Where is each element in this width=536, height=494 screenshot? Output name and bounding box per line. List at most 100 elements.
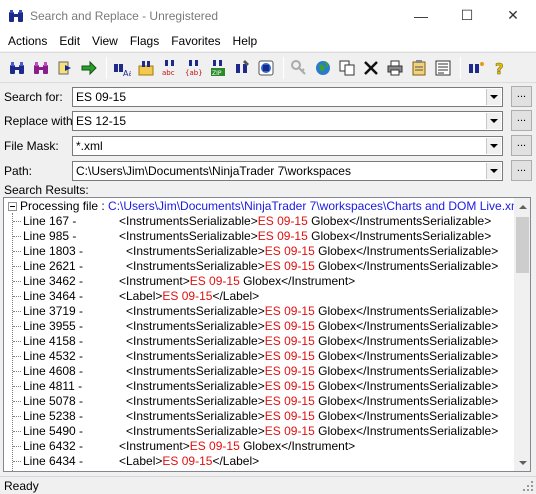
result-line-row[interactable]: Line 4811 - <InstrumentsSerializable>ES 0…: [4, 379, 514, 394]
menu-view[interactable]: View: [86, 31, 124, 51]
list-button[interactable]: [432, 57, 454, 79]
print-button[interactable]: [384, 57, 406, 79]
processing-file-node[interactable]: Processing file : C:\Users\Jim\Documents…: [4, 199, 514, 214]
find-replace-button[interactable]: [30, 57, 52, 79]
result-line-row[interactable]: Line 3464 - <Label>ES 09-15</Label>: [4, 289, 514, 304]
result-line-row[interactable]: Line 4532 - <InstrumentsSerializable>ES 0…: [4, 349, 514, 364]
collapse-icon[interactable]: [8, 202, 17, 211]
chevron-down-icon[interactable]: [486, 89, 501, 105]
scrollbar-thumb[interactable]: [516, 217, 529, 273]
search-web-icon: [258, 60, 274, 75]
find-icon: [10, 61, 24, 74]
search-web-button[interactable]: [255, 57, 277, 79]
match-highlight: ES 09-15: [264, 349, 315, 363]
search-options-button[interactable]: [231, 57, 253, 79]
globe-button[interactable]: [312, 57, 334, 79]
svg-text:{ab}: {ab}: [185, 69, 203, 77]
line-content: <InstrumentsSerializable>ES 09-15 Globex…: [126, 334, 498, 349]
file-mask-combo[interactable]: *.xml: [72, 136, 503, 156]
result-line-row[interactable]: Line 4158 - <InstrumentsSerializable>ES 0…: [4, 334, 514, 349]
menu-flags[interactable]: Flags: [124, 31, 165, 51]
line-prefix: <InstrumentsSerializable>: [126, 394, 265, 408]
find-next-button[interactable]: [54, 57, 76, 79]
search-zip-button[interactable]: ZIP: [207, 57, 229, 79]
key-button[interactable]: [288, 57, 310, 79]
result-line-row[interactable]: Line 3719 - <InstrumentsSerializable>ES 0…: [4, 304, 514, 319]
result-line-row[interactable]: Line 1803 - <InstrumentsSerializable>ES 0…: [4, 244, 514, 259]
clipboard-button[interactable]: [408, 57, 430, 79]
about-button[interactable]: [465, 57, 487, 79]
line-prefix: <InstrumentsSerializable>: [126, 379, 265, 393]
tree-connector: [13, 296, 21, 297]
chevron-down-icon[interactable]: [486, 113, 501, 129]
line-content: <InstrumentsSerializable>ES 09-15 Globex…: [126, 304, 498, 319]
path-combo[interactable]: C:\Users\Jim\Documents\NinjaTrader 7\wor…: [72, 161, 503, 181]
match-highlight: ES 09-15: [162, 289, 213, 303]
result-line-row[interactable]: Line 6434 - <Label>ES 09-15</Label>: [4, 454, 514, 469]
replace-with-browse-button[interactable]: ...: [511, 110, 532, 131]
delete-button[interactable]: [360, 57, 382, 79]
tree-connector: [13, 446, 21, 447]
path-value[interactable]: C:\Users\Jim\Documents\NinjaTrader 7\wor…: [76, 164, 351, 178]
tree-connector: [13, 266, 21, 267]
line-content: <Instrument>ES 09-15 Globex</Instrument>: [119, 439, 355, 454]
search-for-browse-button[interactable]: ...: [511, 86, 532, 107]
results-tree[interactable]: Processing file : C:\Users\Jim\Documents…: [4, 198, 514, 471]
replace-with-combo[interactable]: ES 12-15: [72, 111, 503, 131]
line-number: Line 4608 -: [23, 364, 84, 378]
result-line-row[interactable]: Line 2621 - <InstrumentsSerializable>ES 0…: [4, 259, 514, 274]
close-button[interactable]: ✕: [490, 0, 536, 31]
result-line-row[interactable]: Line 6432 - <Instrument>ES 09-15 Globex</…: [4, 439, 514, 454]
result-line-row[interactable]: Line 167 - <InstrumentsSerializable>ES 09…: [4, 214, 514, 229]
result-line-row[interactable]: Line 5238 - <InstrumentsSerializable>ES 0…: [4, 409, 514, 424]
path-browse-button[interactable]: ...: [511, 160, 532, 181]
line-prefix: <Label>: [119, 454, 163, 468]
file-mask-value[interactable]: *.xml: [76, 139, 103, 153]
tree-connector: [13, 416, 21, 417]
title-bar: Search and Replace - Unregistered — ☐ ✕: [0, 0, 536, 31]
vertical-scrollbar[interactable]: [514, 198, 530, 471]
line-suffix: Globex</InstrumentsSerializable>: [307, 229, 492, 243]
toolbar: Aa abc {ab} ZIP ?: [0, 52, 536, 83]
menu-favorites[interactable]: Favorites: [165, 31, 226, 51]
search-for-combo[interactable]: ES 09-15: [72, 87, 503, 107]
svg-text:ZIP: ZIP: [212, 70, 222, 77]
find-button[interactable]: [6, 57, 28, 79]
search-for-value[interactable]: ES 09-15: [76, 90, 126, 104]
result-line-row[interactable]: Line 3955 - <InstrumentsSerializable>ES 0…: [4, 319, 514, 334]
result-line-row[interactable]: Line 985 - <InstrumentsSerializable>ES 09…: [4, 229, 514, 244]
search-folder-button[interactable]: [135, 57, 157, 79]
toolbar-separator: [283, 56, 284, 79]
copy-button[interactable]: [336, 57, 358, 79]
toolbar-separator: [106, 56, 107, 79]
minimize-button[interactable]: —: [398, 0, 444, 31]
replace-next-button[interactable]: [78, 57, 100, 79]
menu-actions[interactable]: Actions: [2, 31, 53, 51]
menu-help[interactable]: Help: [227, 31, 264, 51]
line-content: <Label>ES 09-15</Label>: [119, 289, 259, 304]
menu-edit[interactable]: Edit: [53, 31, 86, 51]
resize-grip-icon[interactable]: [522, 480, 534, 492]
replace-with-value[interactable]: ES 12-15: [76, 114, 126, 128]
result-line-row[interactable]: Line 4608 - <InstrumentsSerializable>ES 0…: [4, 364, 514, 379]
help-button[interactable]: ?: [489, 57, 511, 79]
find-next-icon: [58, 61, 71, 74]
search-tab-button[interactable]: {ab}: [183, 57, 205, 79]
scroll-up-arrow-icon[interactable]: [514, 198, 530, 215]
tree-connector: [13, 236, 21, 237]
result-line-row[interactable]: Line 5078 - <InstrumentsSerializable>ES 0…: [4, 394, 514, 409]
window-title: Search and Replace - Unregistered: [30, 8, 219, 23]
scroll-down-arrow-icon[interactable]: [514, 454, 530, 471]
file-mask-browse-button[interactable]: ...: [511, 135, 532, 156]
result-line-row[interactable]: Line 3462 - <Instrument>ES 09-15 Globex</…: [4, 274, 514, 289]
chevron-down-icon[interactable]: [486, 138, 501, 154]
line-number: Line 2621 -: [23, 259, 84, 273]
chevron-down-icon[interactable]: [486, 163, 501, 179]
result-line-row[interactable]: Line 5490 - <InstrumentsSerializable>ES 0…: [4, 424, 514, 439]
maximize-button[interactable]: ☐: [444, 0, 490, 31]
line-suffix: Globex</Instrument>: [239, 439, 356, 453]
line-content: <InstrumentsSerializable>ES 09-15 Globex…: [126, 379, 498, 394]
search-text-button[interactable]: Aa: [111, 57, 133, 79]
search-abc-button[interactable]: abc: [159, 57, 181, 79]
search-results-panel[interactable]: Processing file : C:\Users\Jim\Documents…: [3, 197, 531, 472]
